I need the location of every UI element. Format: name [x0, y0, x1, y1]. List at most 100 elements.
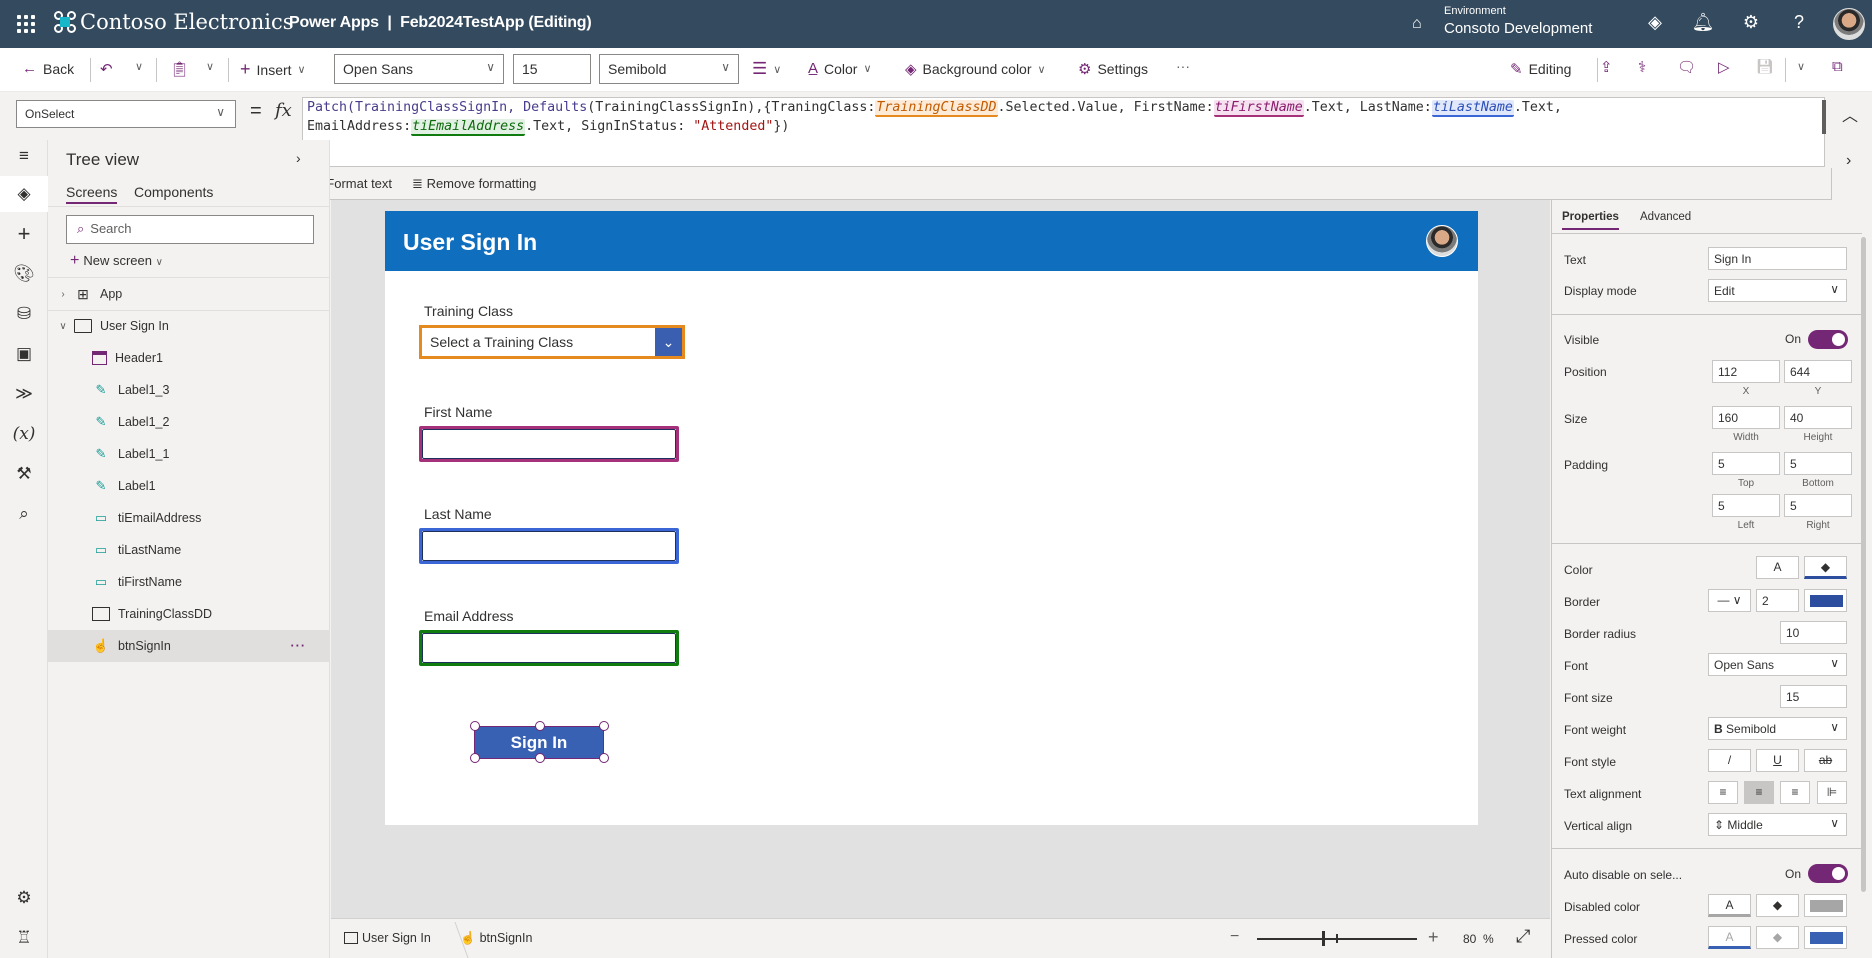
font-dropdown-prop[interactable]: Open Sans ∨	[1708, 653, 1847, 676]
properties-scrollbar[interactable]	[1861, 237, 1866, 892]
tree-item[interactable]: ▭ tiFirstName	[48, 566, 330, 598]
preview-button[interactable]: ▷	[1718, 58, 1730, 76]
align-button[interactable]: ☰ ∨	[752, 59, 781, 79]
insert-icon[interactable]: +	[0, 216, 48, 252]
tree-item-selected[interactable]: ☝ btnSignIn ···	[48, 630, 330, 662]
tree-item-screen[interactable]: ∨ User Sign In	[48, 310, 330, 342]
border-style-dropdown[interactable]: — ∨	[1708, 589, 1751, 612]
tree-item[interactable]: TrainingClassDD	[48, 598, 330, 630]
align-left-button[interactable]: ≡	[1708, 781, 1738, 804]
user-avatar[interactable]	[1833, 8, 1865, 40]
zoom-in-button[interactable]: +	[1428, 927, 1439, 948]
first-name-input[interactable]	[419, 426, 679, 462]
fit-to-window-button[interactable]: ⤢	[1516, 926, 1530, 947]
share-button[interactable]: ⇪	[1600, 58, 1613, 76]
padding-bottom-input[interactable]: 5	[1784, 452, 1852, 475]
tree-item-app[interactable]: › ⊞ App	[48, 278, 330, 310]
fill-color-button[interactable]: ◆	[1804, 556, 1847, 579]
app-launcher-icon[interactable]	[14, 12, 38, 36]
border-color-button[interactable]	[1804, 589, 1847, 612]
settings-button[interactable]: ⚙ Settings	[1078, 60, 1148, 78]
property-dropdown[interactable]: OnSelect ∨	[16, 100, 236, 128]
padding-top-input[interactable]: 5	[1712, 452, 1780, 475]
help-icon[interactable]: ?	[1787, 12, 1811, 33]
pressed-fill-button[interactable]: ◆	[1756, 926, 1799, 949]
environment-name[interactable]: Consoto Development	[1444, 20, 1592, 37]
resize-handle[interactable]	[470, 753, 480, 763]
resize-handle[interactable]	[599, 721, 609, 731]
advanced-tools-icon[interactable]: ⚒	[0, 456, 48, 492]
search-icon[interactable]: ⌕	[0, 496, 48, 532]
tree-view-icon[interactable]: ◈	[0, 176, 48, 212]
resize-handle[interactable]	[470, 721, 480, 731]
back-button[interactable]: ← Back	[22, 60, 74, 77]
tab-advanced[interactable]: Advanced	[1640, 211, 1691, 223]
paste-dropdown[interactable]: ∨	[206, 60, 214, 73]
font-size-input-prop[interactable]: 15	[1780, 685, 1847, 708]
zoom-slider-thumb[interactable]	[1322, 931, 1325, 946]
font-size-input[interactable]: 15	[513, 54, 591, 84]
undo-dropdown[interactable]: ∨	[135, 60, 143, 73]
pressed-text-color-button[interactable]: A	[1708, 926, 1751, 949]
color-button[interactable]: A̲ Color ∨	[808, 60, 872, 77]
resize-handle[interactable]	[535, 753, 545, 763]
align-justify-button[interactable]: ⊫	[1817, 781, 1847, 804]
save-button[interactable]: 💾︎	[1756, 58, 1774, 75]
zoom-out-button[interactable]: −	[1230, 928, 1239, 946]
auto-disable-toggle[interactable]	[1808, 864, 1848, 883]
editing-button[interactable]: ✎ Editing	[1510, 60, 1571, 78]
padding-left-input[interactable]: 5	[1712, 494, 1780, 517]
prop-text-input[interactable]: Sign In	[1708, 247, 1847, 270]
menu-icon[interactable]: ≡	[0, 138, 48, 174]
app-checker-button[interactable]: ⚕	[1638, 58, 1646, 76]
border-width-input[interactable]: 2	[1756, 589, 1799, 612]
size-height-input[interactable]: 40	[1784, 406, 1852, 429]
close-tree-button[interactable]: ›	[296, 150, 301, 166]
more-options-icon[interactable]: ···	[291, 639, 307, 653]
email-input[interactable]	[419, 630, 679, 666]
tree-search-input[interactable]: ⌕ Search	[66, 215, 314, 244]
formula-scrollbar[interactable]	[1822, 100, 1826, 134]
italic-button[interactable]: /	[1708, 749, 1751, 772]
disabled-border-color-button[interactable]	[1804, 894, 1847, 917]
disabled-fill-button[interactable]: ◆	[1756, 894, 1799, 917]
align-center-button[interactable]: ≡	[1744, 781, 1774, 804]
copilot-icon[interactable]: ◈	[1643, 12, 1667, 33]
resize-handle[interactable]	[599, 753, 609, 763]
tab-screens[interactable]: Screens	[66, 184, 118, 204]
background-color-button[interactable]: ◈ Background color ∨	[905, 60, 1046, 78]
collapse-formula-button[interactable]: ︿	[1842, 102, 1858, 126]
insert-button[interactable]: + Insert ∨	[240, 59, 306, 80]
vertical-align-dropdown[interactable]: ⇕ Middle ∨	[1708, 813, 1847, 836]
tree-item[interactable]: ✎ Label1_3	[48, 374, 330, 406]
copilot-bot-icon[interactable]: ♖	[0, 920, 48, 956]
padding-right-input[interactable]: 5	[1784, 494, 1852, 517]
variables-icon[interactable]: (x)	[0, 416, 48, 452]
position-x-input[interactable]: 112	[1712, 360, 1780, 383]
training-class-dropdown[interactable]: Select a Training Class ⌄	[419, 325, 685, 359]
more-button[interactable]: ···	[1176, 58, 1190, 74]
text-color-button[interactable]: A	[1756, 556, 1799, 579]
tab-components[interactable]: Components	[134, 184, 213, 200]
font-weight-dropdown-prop[interactable]: B Semibold ∨	[1708, 717, 1847, 740]
remove-formatting-button[interactable]: ≣ Remove formatting	[412, 176, 536, 192]
bell-icon[interactable]: 🔔︎	[1691, 12, 1715, 33]
media-icon[interactable]: ▣	[0, 336, 48, 372]
font-dropdown[interactable]: Open Sans ∨	[334, 54, 504, 84]
data-icon[interactable]: ⛁	[0, 296, 48, 332]
disabled-text-color-button[interactable]: A	[1708, 894, 1751, 917]
theme-palette-icon[interactable]: 🎨︎	[0, 256, 48, 292]
comments-button[interactable]: 🗨︎	[1677, 58, 1696, 76]
save-options-dropdown[interactable]: ∨	[1797, 60, 1805, 73]
formula-editor[interactable]: Patch(TrainingClassSignIn, Defaults(Trai…	[302, 97, 1825, 167]
settings-icon[interactable]: ⚙	[0, 880, 48, 916]
border-radius-input[interactable]: 10	[1780, 621, 1847, 644]
size-width-input[interactable]: 160	[1712, 406, 1780, 429]
underline-button[interactable]: U	[1756, 749, 1799, 772]
brand[interactable]: Contoso Electronics	[54, 10, 294, 34]
formula-reference[interactable]: tiEmailAddress	[411, 119, 526, 136]
font-weight-dropdown[interactable]: Semibold ∨	[599, 54, 739, 84]
visible-toggle[interactable]	[1808, 330, 1848, 349]
app-header[interactable]	[385, 211, 1478, 271]
publish-button[interactable]: ⧉	[1832, 58, 1843, 75]
